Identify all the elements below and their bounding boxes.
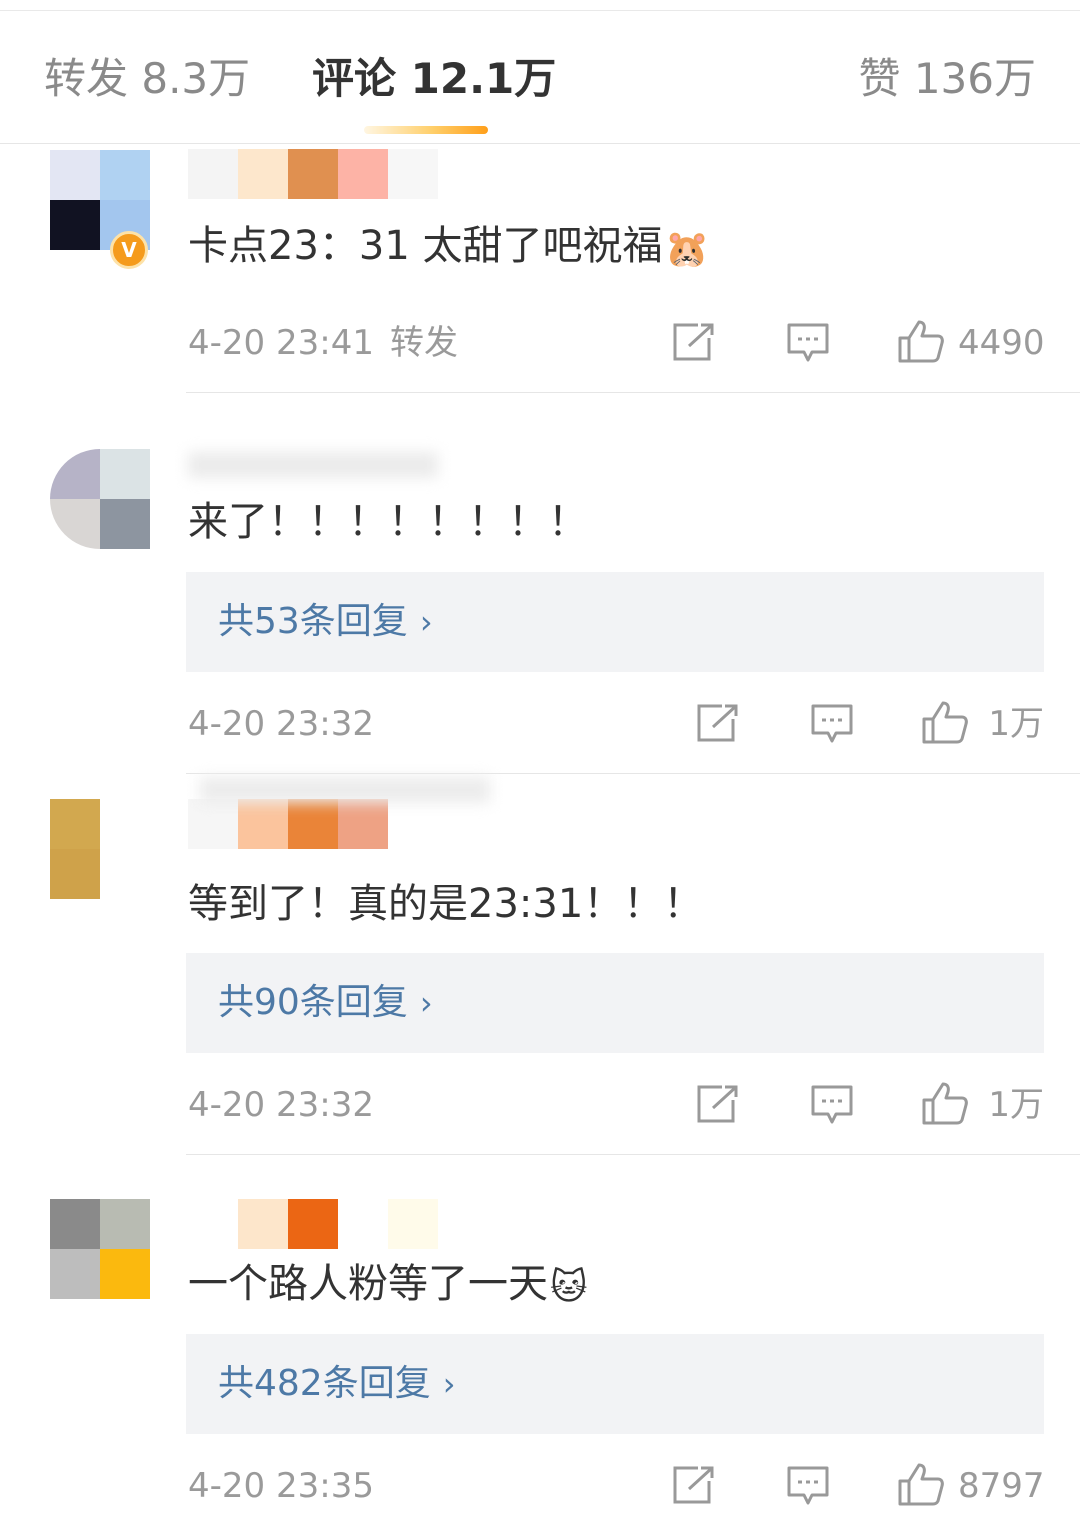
chevron-right-icon: ›	[419, 984, 433, 1022]
tab-comments[interactable]: 评论 12.1万	[312, 50, 556, 108]
tab-reposts[interactable]: 转发 8.3万	[44, 50, 250, 108]
comment-divider	[186, 1154, 1080, 1155]
repost-tag: 转发	[389, 323, 458, 363]
replies-box[interactable]: 共90条回复 ›	[186, 953, 1044, 1053]
comment-body: 卡点23：31 太甜了吧祝福	[188, 223, 663, 269]
comment-time: 4-20 23:41	[188, 323, 374, 363]
replies-count: 共90条回复	[218, 982, 408, 1023]
share-icon[interactable]	[696, 703, 740, 743]
username-redacted[interactable]	[188, 149, 438, 199]
comment-icon[interactable]	[786, 1465, 830, 1507]
active-tab-indicator	[364, 126, 488, 134]
like-count: 4490	[958, 323, 1045, 363]
hamster-emoji-icon: 🐹	[664, 229, 710, 270]
comment-body: 一个路人粉等了一天	[188, 1261, 548, 1307]
replies-box[interactable]: 共53条回复 ›	[186, 572, 1044, 672]
like-count: 1万	[988, 1085, 1044, 1125]
comment-icon[interactable]	[810, 1084, 854, 1126]
interaction-tabs: 转发 8.3万 评论 12.1万 赞 136万	[0, 0, 1080, 144]
chevron-right-icon: ›	[419, 603, 433, 641]
comment-icon[interactable]	[810, 703, 854, 745]
comment-text: 卡点23：31 太甜了吧祝福🐹	[188, 220, 709, 276]
chevron-right-icon: ›	[442, 1365, 456, 1403]
thumbs-up-icon[interactable]	[921, 1080, 969, 1126]
thumbs-up-icon[interactable]	[921, 699, 969, 745]
username-redacted[interactable]	[188, 777, 490, 849]
comment-time: 4-20 23:35	[188, 1466, 374, 1506]
comment-divider	[186, 392, 1080, 393]
share-icon[interactable]	[672, 1465, 716, 1505]
like-count: 1万	[988, 704, 1044, 744]
tab-likes[interactable]: 赞 136万	[858, 50, 1036, 108]
avatar[interactable]	[50, 1199, 150, 1299]
comment-text: 等到了！真的是23:31！！！	[188, 881, 704, 927]
avatar[interactable]	[50, 799, 150, 899]
thumbs-up-icon[interactable]	[897, 318, 945, 364]
replies-count: 共53条回复	[218, 601, 408, 642]
comment-icon[interactable]	[786, 322, 830, 364]
comment-text: 来了！！！！！！！！	[188, 499, 588, 545]
view-replies-link[interactable]: 共53条回复 ›	[218, 596, 433, 648]
username-redacted[interactable]	[188, 1199, 438, 1249]
comment-text: 一个路人粉等了一天🐱	[188, 1258, 588, 1314]
share-icon[interactable]	[696, 1084, 740, 1124]
like-count: 8797	[958, 1466, 1045, 1506]
view-replies-link[interactable]: 共482条回复 ›	[218, 1358, 456, 1410]
comment-time: 4-20 23:32	[188, 1085, 374, 1125]
comment-divider	[186, 773, 1080, 774]
share-icon[interactable]	[672, 322, 716, 362]
avatar[interactable]	[50, 449, 150, 549]
view-replies-link[interactable]: 共90条回复 ›	[218, 977, 433, 1029]
comment-time: 4-20 23:32	[188, 704, 374, 744]
replies-count: 共482条回复	[218, 1363, 431, 1404]
tabs-divider	[0, 143, 1080, 144]
replies-box[interactable]: 共482条回复 ›	[186, 1334, 1044, 1434]
verified-badge-icon: V	[110, 231, 148, 269]
cat-emoji-icon: 🐱	[550, 1267, 588, 1308]
thumbs-up-icon[interactable]	[897, 1461, 945, 1507]
comment-meta: 4-20 23:41 转发	[188, 321, 458, 365]
